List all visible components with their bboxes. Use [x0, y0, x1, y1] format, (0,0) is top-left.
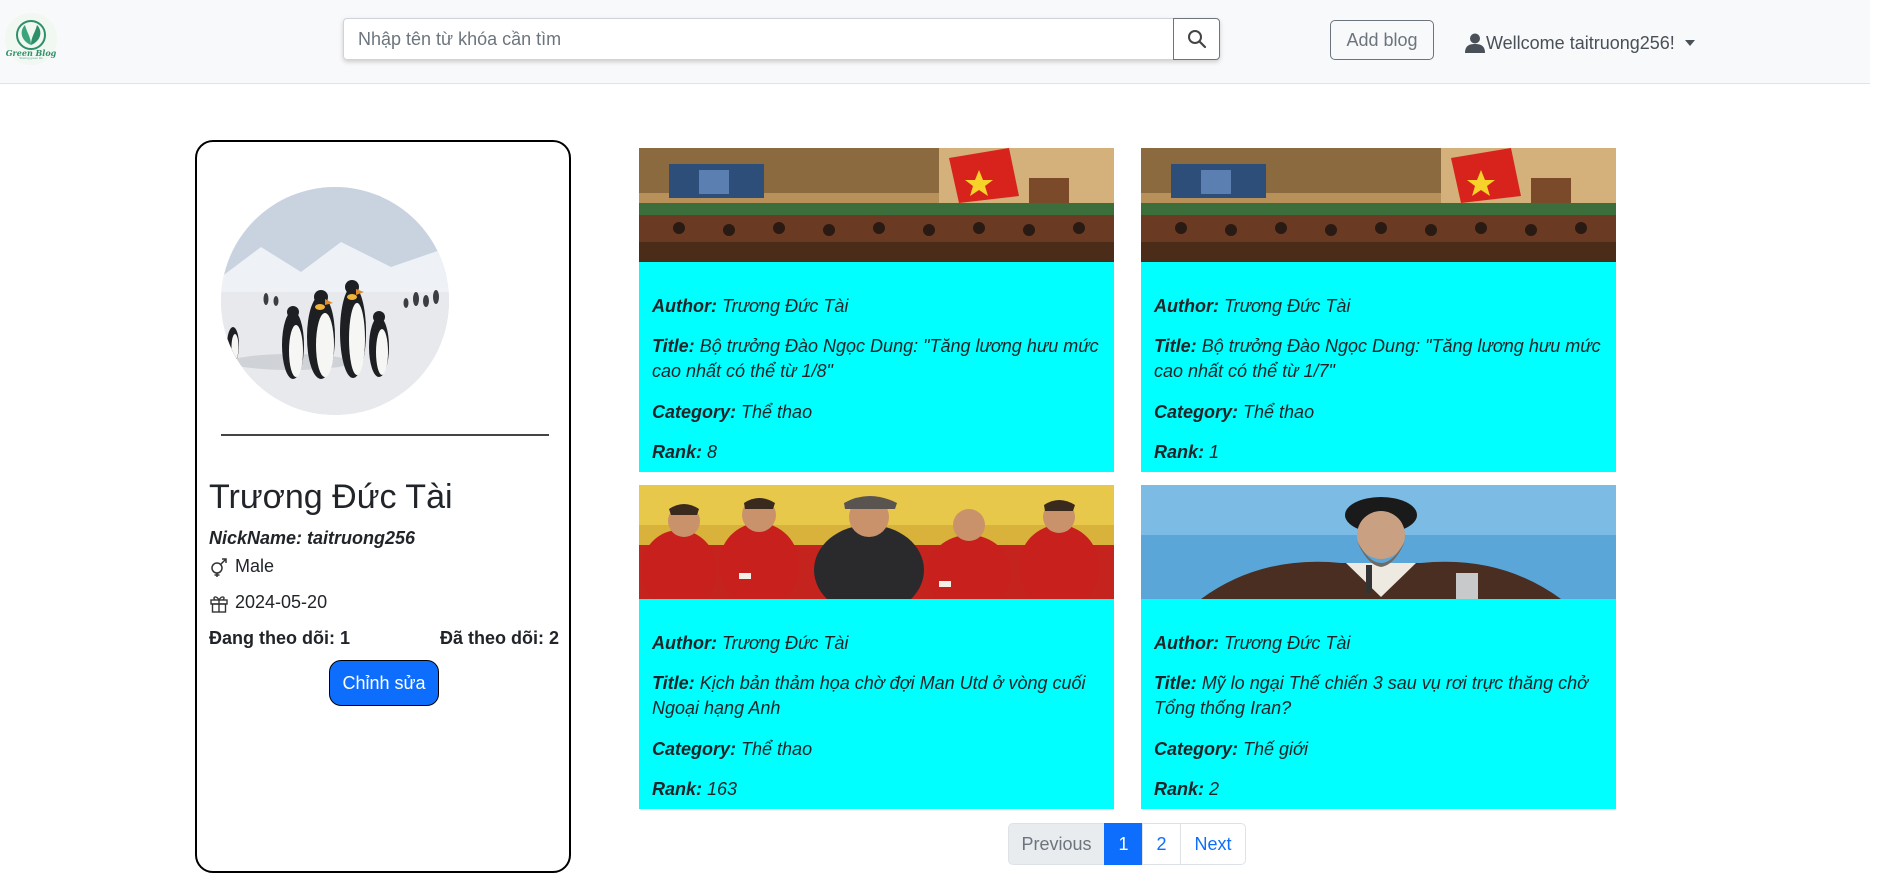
- category-value: Thể thao: [741, 401, 813, 422]
- user-greeting: Wellcome taitruong256!: [1486, 32, 1675, 53]
- gender-icon: [209, 557, 229, 577]
- logo-tagline: Sharing green life: [19, 55, 43, 60]
- title-value[interactable]: Mỹ lo ngại Thế chiến 3 sau vụ rơi trực t…: [1154, 673, 1588, 718]
- title-value[interactable]: Bộ trưởng Đào Ngọc Dung: "Tăng lương hưu…: [652, 336, 1099, 381]
- author-label: Author:: [1154, 633, 1219, 653]
- profile-gender: Male: [209, 556, 274, 577]
- rank-value: 163: [707, 778, 738, 799]
- category-value: Thể thao: [1243, 401, 1315, 422]
- profile-name: Trương Đức Tài: [209, 478, 453, 516]
- blog-card[interactable]: Author: Trương Đức Tài Title: Mỹ lo ngại…: [1141, 485, 1616, 809]
- chevron-down-icon: [1684, 40, 1695, 46]
- followers-count: Đã theo dõi: 2: [439, 628, 559, 648]
- edit-profile-button[interactable]: Chỉnh sửa: [329, 660, 439, 706]
- profile-nickname: NickName: taitruong256: [209, 528, 416, 548]
- pagination-next[interactable]: Next: [1180, 823, 1246, 865]
- post-details: Author: Trương Đức Tài Title: Bộ trưởng …: [1154, 294, 1604, 472]
- post-title[interactable]: Title: Kịch bản thảm họa chờ đợi Man Utd…: [652, 671, 1102, 721]
- post-author: Author: Trương Đức Tài: [652, 294, 1102, 319]
- pagination: Previous 1 2 Next: [1008, 823, 1246, 865]
- author-value: Trương Đức Tài: [722, 633, 849, 653]
- title-value[interactable]: Kịch bản thảm họa chờ đợi Man Utd ở vòng…: [652, 673, 1086, 718]
- pagination-page-1[interactable]: 1: [1104, 823, 1143, 865]
- assembly-photo: [639, 148, 1114, 262]
- post-author: Author: Trương Đức Tài: [652, 631, 1102, 656]
- user-icon: [1465, 33, 1485, 53]
- pagination-page-2[interactable]: 2: [1142, 823, 1181, 865]
- rank-value: 8: [707, 441, 718, 462]
- penguin-photo: [221, 187, 449, 415]
- blog-card[interactable]: Author: Trương Đức Tài Title: Kịch bản t…: [639, 485, 1114, 809]
- post-rank: Rank: 2: [1154, 777, 1604, 802]
- leaf-logo-icon: [16, 19, 46, 50]
- post-category: Category: Thể thao: [652, 400, 1102, 425]
- post-category: Category: Thể thao: [1154, 400, 1604, 425]
- rank-label: Rank:: [1154, 778, 1205, 799]
- author-value: Trương Đức Tài: [1224, 296, 1351, 316]
- author-label: Author:: [652, 296, 717, 316]
- profile-birthday: 2024-05-20: [209, 592, 327, 613]
- post-rank: Rank: 8: [652, 440, 1102, 465]
- category-label: Category:: [652, 738, 737, 759]
- author-label: Author:: [1154, 296, 1219, 316]
- category-label: Category:: [652, 401, 737, 422]
- speaker-photo: [1141, 485, 1616, 599]
- gender-value: Male: [235, 556, 275, 576]
- search-bar: [343, 18, 1220, 60]
- profile-divider: [221, 434, 549, 436]
- football-players-photo: [639, 485, 1114, 599]
- post-thumbnail[interactable]: [639, 485, 1114, 599]
- rank-value: 1: [1209, 441, 1220, 462]
- post-rank: Rank: 163: [652, 777, 1102, 802]
- title-label: Title:: [652, 673, 695, 694]
- add-blog-button[interactable]: Add blog: [1330, 20, 1434, 60]
- title-label: Title:: [652, 336, 695, 357]
- post-details: Author: Trương Đức Tài Title: Kịch bản t…: [652, 631, 1102, 809]
- post-category: Category: Thế giới: [1154, 737, 1604, 762]
- title-label: Title:: [1154, 673, 1197, 694]
- author-value: Trương Đức Tài: [722, 296, 849, 316]
- post-rank: Rank: 1: [1154, 440, 1604, 465]
- gift-icon: [209, 593, 229, 613]
- navbar: Green Blog Sharing green life Add blog W…: [0, 0, 1870, 84]
- pagination-previous[interactable]: Previous: [1008, 823, 1105, 865]
- rank-value: 2: [1209, 778, 1220, 799]
- post-thumbnail[interactable]: [1141, 485, 1616, 599]
- rank-label: Rank:: [652, 441, 703, 462]
- avatar: [221, 187, 449, 415]
- post-details: Author: Trương Đức Tài Title: Bộ trưởng …: [652, 294, 1102, 472]
- birthday-value: 2024-05-20: [235, 592, 328, 612]
- search-input[interactable]: [343, 18, 1173, 60]
- author-value: Trương Đức Tài: [1224, 633, 1351, 653]
- post-thumbnail[interactable]: [1141, 148, 1616, 262]
- following-count: Đang theo dõi: 1: [209, 628, 350, 648]
- title-label: Title:: [1154, 336, 1197, 357]
- category-label: Category:: [1154, 401, 1239, 422]
- post-author: Author: Trương Đức Tài: [1154, 294, 1604, 319]
- user-dropdown[interactable]: Wellcome taitruong256!: [1464, 26, 1695, 60]
- logo[interactable]: Green Blog Sharing green life: [5, 13, 57, 65]
- post-category: Category: Thể thao: [652, 737, 1102, 762]
- search-icon: [1187, 30, 1206, 49]
- post-title[interactable]: Title: Bộ trưởng Đào Ngọc Dung: "Tăng lư…: [1154, 334, 1604, 384]
- post-title[interactable]: Title: Mỹ lo ngại Thế chiến 3 sau vụ rơi…: [1154, 671, 1604, 721]
- blog-card[interactable]: Author: Trương Đức Tài Title: Bộ trưởng …: [1141, 148, 1616, 472]
- assembly-photo: [1141, 148, 1616, 262]
- blog-card[interactable]: Author: Trương Đức Tài Title: Bộ trưởng …: [639, 148, 1114, 472]
- author-label: Author:: [652, 633, 717, 653]
- rank-label: Rank:: [1154, 441, 1205, 462]
- post-title[interactable]: Title: Bộ trưởng Đào Ngọc Dung: "Tăng lư…: [652, 334, 1102, 384]
- profile-card: Trương Đức Tài NickName: taitruong256 Ma…: [195, 140, 571, 873]
- search-button[interactable]: [1173, 18, 1220, 60]
- post-thumbnail[interactable]: [639, 148, 1114, 262]
- category-value: Thế giới: [1243, 738, 1308, 759]
- rank-label: Rank:: [652, 778, 703, 799]
- category-value: Thể thao: [741, 738, 813, 759]
- post-details: Author: Trương Đức Tài Title: Mỹ lo ngại…: [1154, 631, 1604, 809]
- title-value[interactable]: Bộ trưởng Đào Ngọc Dung: "Tăng lương hưu…: [1154, 336, 1601, 381]
- post-author: Author: Trương Đức Tài: [1154, 631, 1604, 656]
- category-label: Category:: [1154, 738, 1239, 759]
